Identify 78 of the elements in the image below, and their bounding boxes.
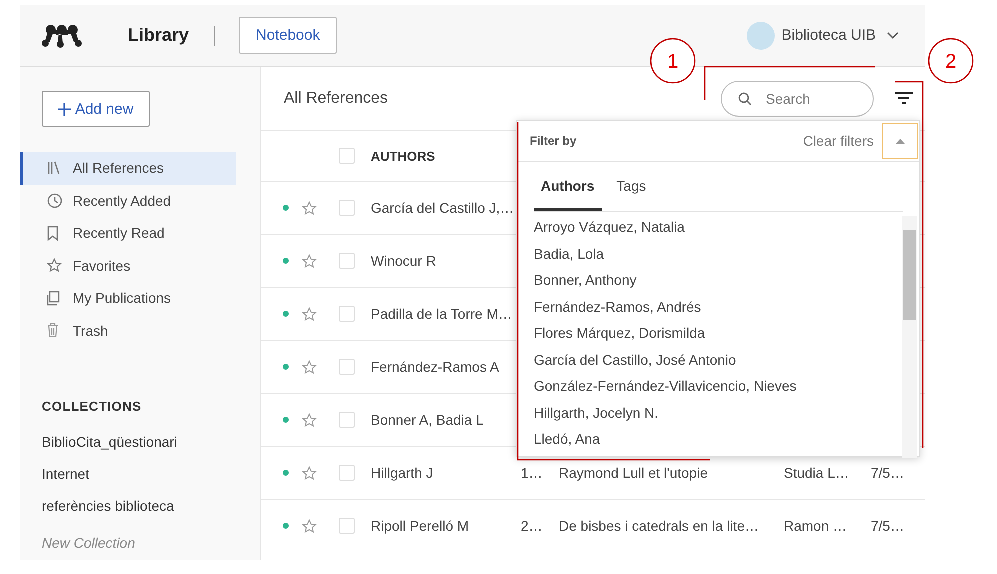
table-cell-text: Padilla de la Torre M… [371,306,514,322]
chevron-icon[interactable] [887,32,899,40]
select-all-checkbox[interactable] [339,148,355,164]
row-checkbox[interactable] [339,465,355,481]
table-cell-text: Ramon … [784,518,848,534]
bookmark-icon [47,226,59,241]
star-icon[interactable] [302,200,316,216]
search-field[interactable]: Search [721,80,874,116]
list-title: All References [284,90,388,108]
filter-tab[interactable]: Authors [534,162,602,211]
sidebar-item[interactable]: Trash [20,314,236,347]
sidebar-item[interactable]: My Publications [20,282,236,314]
trash-icon [47,323,59,338]
author-option[interactable]: Lledó, Ana [534,426,902,452]
table-cell-text: Bonner A, Badia L [371,412,485,428]
plus-icon [58,102,72,116]
star-icon[interactable] [302,518,316,534]
add-new-button[interactable]: Add new [42,91,150,127]
table-cell: 7/5… [871,465,904,481]
table-cell-text: Hillgarth J [371,465,434,481]
page-title: Library [128,25,190,46]
author-option[interactable]: Badia, Lola [534,240,902,267]
author-option[interactable]: Fernández-Ramos, Andrés [534,294,902,320]
clear-filters-button[interactable]: Clear filters [803,133,874,149]
sidebar-item[interactable]: Favorites [20,250,236,282]
table-cell-text: Ripoll Perelló M [371,518,470,534]
row-checkbox[interactable] [339,518,355,534]
star-icon[interactable] [302,466,316,480]
author-option[interactable]: Hillgarth, Jocelyn N. [534,400,902,426]
row-checkbox[interactable] [339,200,355,216]
documents-icon [47,290,60,306]
star-icon[interactable] [302,412,316,428]
column-header[interactable]: AUTHORS [371,148,436,164]
callout-marker: 2 [928,38,974,84]
author-option[interactable]: González-Fernández-Villavicencio, Nieves [534,373,902,400]
star-icon [47,258,62,274]
filter-icon [895,92,913,105]
caret-icon [896,138,904,144]
library-icon [47,161,61,176]
table-cell-text: Fernández-Ramos A [371,359,500,375]
avatar-icon[interactable] [746,22,775,50]
account-name[interactable]: Biblioteca UIB [782,27,876,44]
panel-heading: Filter by [530,134,577,148]
sidebar-item[interactable]: Recently Added [20,184,236,217]
table-cell: 7/5… [871,518,904,534]
star-icon[interactable] [302,254,316,268]
callout-marker: 1 [650,38,696,84]
author-option[interactable]: Bonner, Anthony [534,267,902,294]
table-cell-text: De bisbes i catedrals en la lite… [559,518,760,534]
notebook-button[interactable]: Notebook [239,17,338,54]
table-cell-text: Winocur R [371,253,438,269]
author-option[interactable]: Arroyo Vázquez, Natalia [534,214,902,240]
table-cell-text: Studia L… [784,465,850,481]
scrollbar[interactable] [902,216,917,458]
table-cell-text: Raymond Lull et l'utopie [559,465,709,481]
table-cell-text: 1… [521,465,544,481]
table-cell-text: García del Castillo J,… [371,200,516,216]
filter-button[interactable] [895,92,913,105]
collection-item[interactable]: Internet [42,458,260,490]
row-checkbox[interactable] [339,306,355,322]
row-checkbox[interactable] [339,253,355,269]
filter-tab[interactable]: Tags [610,162,654,211]
collection-item[interactable]: referències biblioteca [42,490,260,522]
logo-icon[interactable] [42,24,82,48]
row-checkbox[interactable] [339,359,355,375]
collapse-button[interactable] [882,123,918,159]
author-option[interactable]: García del Castillo, José Antonio [534,346,902,373]
author-option[interactable]: Flores Márquez, Dorismilda [534,320,902,346]
section-heading: COLLECTIONS [42,399,143,414]
star-icon[interactable] [302,360,316,374]
sidebar-item[interactable]: Recently Read [20,217,236,250]
row-checkbox[interactable] [339,412,355,428]
sidebar-item[interactable]: All References [20,152,236,184]
collection-item[interactable]: BiblioCita_qüestionari [42,426,260,458]
clock-icon [47,192,63,209]
star-icon[interactable] [302,306,316,322]
table-cell-text: 2… [521,518,544,534]
search-icon [738,92,752,106]
